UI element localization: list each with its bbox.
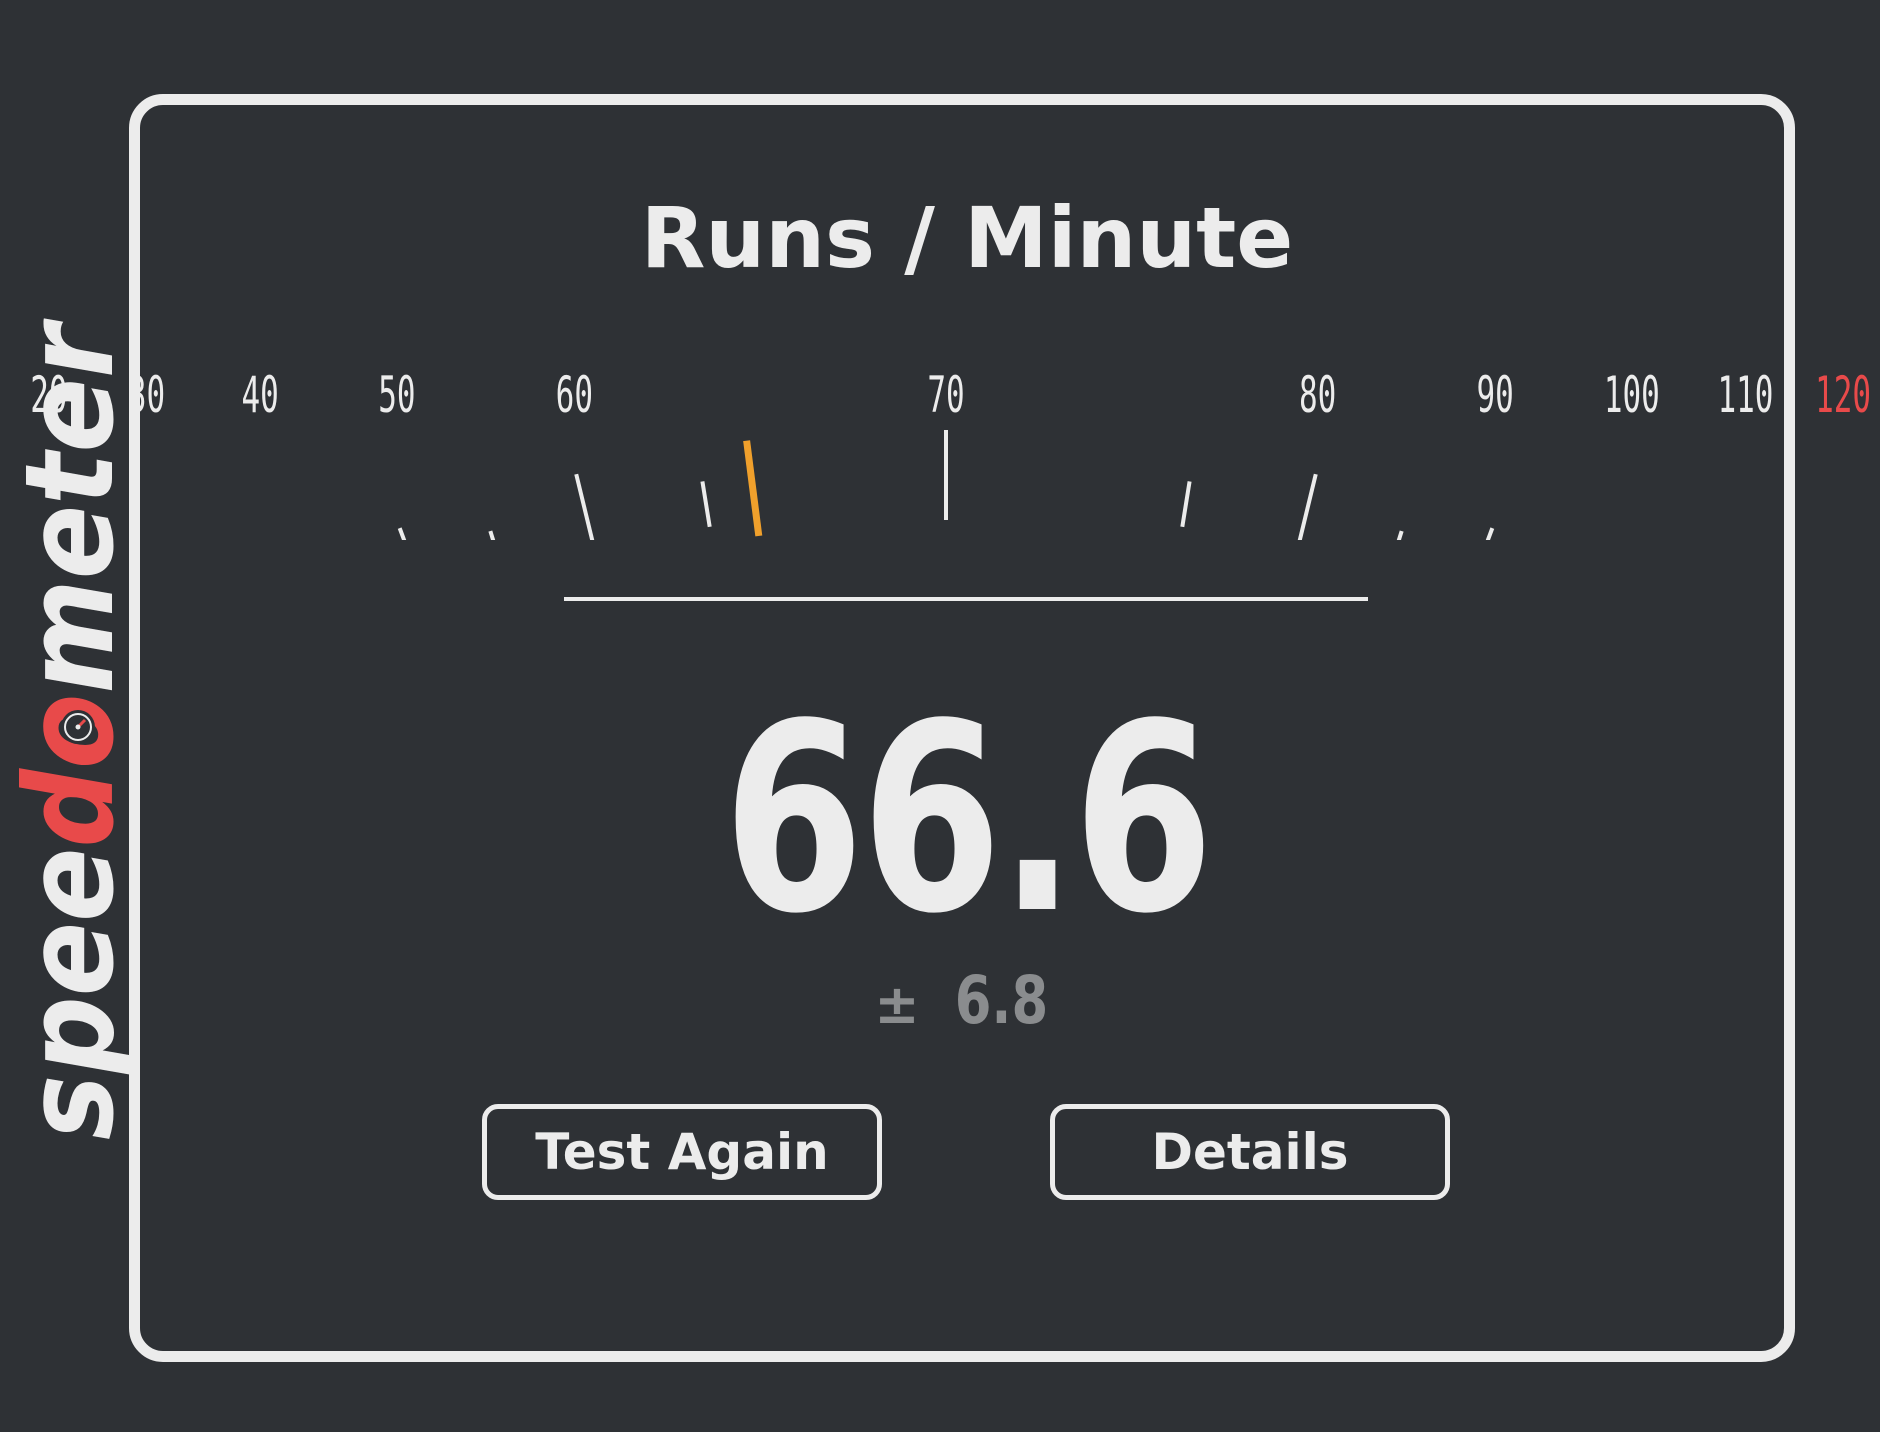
tick-label: 50 xyxy=(378,365,415,424)
tick-label: 80 xyxy=(1299,365,1336,424)
details-button[interactable]: Details xyxy=(1050,1104,1450,1200)
major-tick xyxy=(1485,527,1495,540)
minor-tick xyxy=(1180,481,1192,528)
divider-line xyxy=(564,597,1368,601)
minor-tick xyxy=(1396,530,1404,540)
score-margin: ± 6.8 xyxy=(0,968,1880,1034)
margin-value: 6.8 xyxy=(954,962,1048,1039)
score-value: 66.6 xyxy=(723,669,1214,971)
tick-label: 110 xyxy=(1717,365,1773,424)
speedometer-dial-icon xyxy=(61,710,95,744)
major-tick xyxy=(574,473,595,540)
gauge-needle xyxy=(743,440,763,537)
speedometer-dial: 0102030405060708090100110120130140 xyxy=(30,365,1871,540)
tick-label: 20 xyxy=(30,365,67,424)
tick-label: 40 xyxy=(241,365,278,424)
minor-tick xyxy=(488,530,496,540)
tick-label: 30 xyxy=(128,365,165,424)
major-tick xyxy=(397,527,407,540)
plus-minus-symbol: ± xyxy=(874,973,920,1036)
tick-label: 100 xyxy=(1604,365,1660,424)
gauge-title: Runs / Minute xyxy=(640,189,1294,287)
tick-label: 90 xyxy=(1476,365,1513,424)
tick-label: 120 xyxy=(1815,365,1871,424)
tick-label: 70 xyxy=(927,365,964,424)
major-tick xyxy=(1297,473,1318,540)
tick-label: 60 xyxy=(556,365,593,424)
test-again-button[interactable]: Test Again xyxy=(482,1104,882,1200)
minor-tick xyxy=(700,481,712,528)
